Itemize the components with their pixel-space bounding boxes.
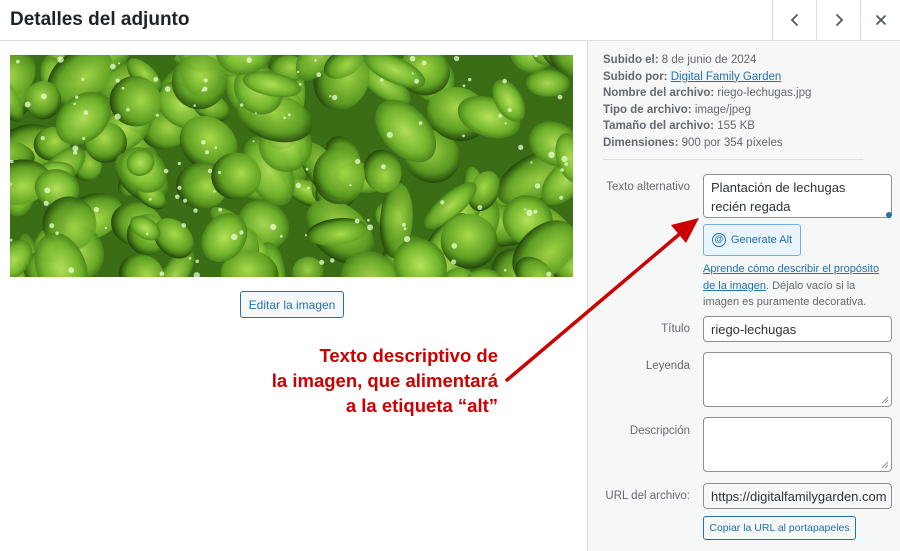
attachment-media-view: Editar la imagen Texto descriptivo de la… <box>0 41 587 551</box>
resize-handle[interactable] <box>886 212 892 218</box>
meta-filetype: Tipo de archivo: image/jpeg <box>603 103 752 116</box>
copy-url-button[interactable]: Copiar la URL al portapapeles <box>703 516 856 540</box>
annotation-callout: Texto descriptivo de la imagen, que alim… <box>240 343 498 418</box>
caption-label: Leyenda <box>645 360 690 372</box>
modal-header: Detalles del adjunto <box>0 0 900 41</box>
uploader-link[interactable]: Digital Family Garden <box>671 71 782 83</box>
textarea-resize-icon <box>881 461 889 469</box>
title-label: Título <box>661 323 690 335</box>
alt-text-label: Texto alternativo <box>606 181 690 193</box>
meta-filesize: Tamaño del archivo: 155 KB <box>603 120 755 132</box>
generate-alt-button[interactable]: @ Generate Alt <box>703 224 801 256</box>
meta-uploaded-by: Subido por: Digital Family Garden <box>603 70 782 83</box>
meta-uploaded-on: Subido el: 8 de junio de 2024 <box>603 54 757 66</box>
lettuce-photo <box>10 55 573 277</box>
alt-text-field[interactable]: Plantación de lechugas recién regada <box>703 174 892 218</box>
page-title: Detalles del adjunto <box>10 9 190 30</box>
close-button[interactable] <box>860 0 900 40</box>
previous-button[interactable] <box>772 0 816 40</box>
chevron-right-icon <box>835 13 843 27</box>
file-url-field[interactable]: https://digitalfamilygarden.com <box>703 483 892 509</box>
generate-alt-label: Generate Alt <box>730 234 793 246</box>
chevron-left-icon <box>790 13 798 27</box>
close-icon <box>875 14 886 26</box>
annotation-line: la imagen, que alimentará <box>271 370 498 391</box>
next-button[interactable] <box>816 0 860 40</box>
attachment-details-sidebar: Subido el: 8 de junio de 2024 Subido por… <box>587 41 900 551</box>
at-sign-icon: @ <box>711 233 726 247</box>
annotation-line: a la etiqueta “alt” <box>345 395 498 416</box>
attachment-image <box>10 55 573 277</box>
meta-dimensions: Dimensiones: 900 por 354 píxeles <box>603 136 783 149</box>
textarea-resize-icon <box>881 396 889 404</box>
description-label: Descripción <box>629 425 690 437</box>
title-field[interactable]: riego-lechugas <box>703 316 892 342</box>
description-field[interactable] <box>703 417 892 472</box>
annotation-line: Texto descriptivo de <box>319 345 498 366</box>
meta-filename: Nombre del archivo: riego-lechugas.jpg <box>603 87 812 99</box>
file-metadata: Subido el: 8 de junio de 2024 Subido por… <box>603 52 811 151</box>
edit-image-button[interactable]: Editar la imagen <box>240 291 344 318</box>
file-url-label: URL del archivo: <box>605 490 690 502</box>
caption-field[interactable] <box>703 352 892 407</box>
divider <box>603 159 863 160</box>
alt-help-text: Aprende cómo describir el propósito de l… <box>703 263 880 308</box>
